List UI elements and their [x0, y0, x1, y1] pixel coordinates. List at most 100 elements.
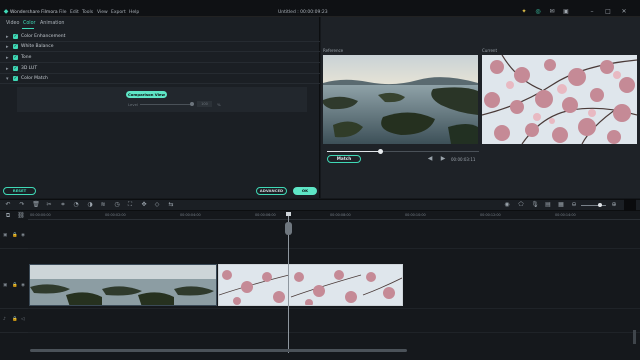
chevron-right-icon[interactable]: ▸: [6, 34, 9, 40]
chevron-right-icon[interactable]: ▸: [6, 55, 9, 61]
property-color-match[interactable]: ▾ ✓ Color Match: [0, 74, 320, 84]
minimize-icon[interactable]: –: [588, 8, 596, 16]
color-icon[interactable]: ◑: [86, 201, 94, 209]
menu-help[interactable]: Help: [129, 10, 139, 15]
reset-button[interactable]: RESET: [3, 187, 36, 195]
property-tone[interactable]: ▸ ✓ Tone: [0, 53, 320, 63]
track-header-video-2: ▣ 🔒 ◉: [0, 225, 28, 249]
delete-icon[interactable]: 🗑: [32, 201, 40, 209]
video-track-icon: ▣: [3, 283, 8, 288]
volume-icon[interactable]: ◀: [427, 156, 433, 162]
redo-icon[interactable]: ↷: [18, 201, 26, 209]
motion-icon[interactable]: ⇆: [167, 201, 175, 209]
reference-scrubber-progress: [327, 151, 381, 152]
save-icon[interactable]: ▣: [562, 8, 570, 16]
property-label: 3D LUT: [21, 66, 38, 71]
undo-icon[interactable]: ↶: [4, 201, 12, 209]
property-label: Tone: [21, 55, 32, 60]
headset-icon[interactable]: ◎: [534, 8, 542, 16]
snapshot-icon[interactable]: ▦: [557, 201, 565, 209]
maximize-icon[interactable]: □: [604, 8, 612, 16]
timeline-clip-cherry-blossom[interactable]: [218, 264, 403, 306]
property-white-balance[interactable]: ▸ ✓ White Balance: [0, 42, 320, 52]
tab-color[interactable]: Color: [23, 21, 36, 26]
reference-scrubber-handle[interactable]: [378, 149, 383, 154]
cut-icon[interactable]: ✂: [45, 201, 53, 209]
ruler-label: 00:00:08:00: [330, 213, 351, 217]
reference-frame: [323, 55, 478, 144]
close-icon[interactable]: ✕: [620, 8, 628, 16]
track-header-audio-1: ♪ 🔒 ◁: [0, 309, 28, 333]
track-header-video-1: ▣ 🔒 ◉: [0, 249, 28, 309]
step-forward-icon[interactable]: ▶: [440, 156, 446, 162]
advanced-button[interactable]: ADVANCED: [256, 187, 287, 195]
timeline-horizontal-scrollbar[interactable]: [30, 349, 407, 352]
comparison-view-toggle[interactable]: Comparison View: [126, 91, 167, 98]
eye-icon[interactable]: ◉: [21, 233, 25, 238]
lock-icon[interactable]: 🔒: [12, 233, 18, 238]
add-track-icon[interactable]: ⧉: [4, 212, 12, 220]
timeline-vertical-scrollbar[interactable]: [633, 330, 636, 344]
chevron-down-icon[interactable]: ▾: [6, 76, 9, 82]
link-icon[interactable]: ⛓: [17, 212, 25, 220]
video-track-icon: ▣: [3, 233, 8, 238]
voiceover-icon[interactable]: 🎙: [531, 201, 539, 209]
menu-edit[interactable]: Edit: [70, 10, 79, 15]
eye-icon[interactable]: ◉: [21, 283, 25, 288]
fit-icon[interactable]: ⛶: [126, 201, 134, 209]
ruler-label: 00:00:04:00: [180, 213, 201, 217]
ruler-label: 00:00:12:00: [480, 213, 501, 217]
zoom-in-icon[interactable]: ⊕: [610, 201, 618, 209]
property-color-enhancement[interactable]: ▸ ✓ Color Enhancement: [0, 32, 320, 42]
current-label: Current: [482, 48, 498, 53]
menu-file[interactable]: File: [59, 10, 67, 15]
lake-landscape-image: [323, 55, 478, 144]
timeline-clip-lake[interactable]: Lake: [29, 264, 217, 306]
menu-export[interactable]: Export: [111, 10, 126, 15]
audio-track-1[interactable]: [28, 309, 640, 333]
tab-animation[interactable]: Animation: [40, 21, 64, 26]
mixer-icon[interactable]: ▤: [544, 201, 552, 209]
current-frame: [482, 55, 637, 144]
level-value-input[interactable]: 100: [197, 101, 212, 107]
ok-button[interactable]: OK: [293, 187, 317, 195]
keyframe-icon[interactable]: ◇: [153, 201, 161, 209]
match-button[interactable]: Match: [327, 155, 361, 163]
zoom-out-icon[interactable]: ⊖: [570, 201, 578, 209]
zoom-slider-handle[interactable]: [598, 203, 602, 207]
timeline-settings-button[interactable]: [624, 199, 636, 211]
property-label: Color Enhancement: [21, 34, 66, 39]
checkbox-checked-icon[interactable]: ✓: [13, 34, 18, 39]
checkbox-checked-icon[interactable]: ✓: [13, 76, 18, 81]
stabilize-icon[interactable]: ✥: [140, 201, 148, 209]
property-label: Color Match: [21, 76, 48, 81]
marker-icon[interactable]: ⬠: [517, 201, 525, 209]
playhead-handle[interactable]: [285, 222, 292, 235]
render-icon[interactable]: ◉: [503, 201, 511, 209]
checkbox-checked-icon[interactable]: ✓: [13, 66, 18, 71]
level-slider[interactable]: [140, 104, 192, 105]
chevron-right-icon[interactable]: ▸: [6, 44, 9, 50]
crop-icon[interactable]: ⌗: [59, 201, 67, 209]
video-track-2[interactable]: [28, 225, 640, 249]
level-slider-handle[interactable]: [190, 102, 194, 106]
speed-icon[interactable]: ◔: [72, 201, 80, 209]
audio-icon[interactable]: ≋: [99, 201, 107, 209]
chevron-right-icon[interactable]: ▸: [6, 66, 9, 72]
duration-icon[interactable]: ◷: [113, 201, 121, 209]
lock-icon[interactable]: 🔒: [12, 317, 18, 322]
mail-icon[interactable]: ✉: [548, 8, 556, 16]
level-label: Level: [128, 102, 139, 107]
tab-video[interactable]: Video: [6, 21, 19, 26]
menu-tools[interactable]: Tools: [82, 10, 93, 15]
playhead-marker[interactable]: [286, 212, 291, 216]
speaker-icon[interactable]: ◁: [21, 317, 24, 322]
lock-icon[interactable]: 🔒: [12, 283, 18, 288]
lightbulb-icon[interactable]: ✦: [520, 8, 528, 16]
checkbox-checked-icon[interactable]: ✓: [13, 55, 18, 60]
ruler-label: 00:00:06:00: [255, 213, 276, 217]
menu-view[interactable]: View: [97, 10, 108, 15]
checkbox-checked-icon[interactable]: ✓: [13, 44, 18, 49]
zoom-slider[interactable]: [581, 205, 606, 206]
property-3d-lut[interactable]: ▸ ✓ 3D LUT: [0, 64, 320, 74]
